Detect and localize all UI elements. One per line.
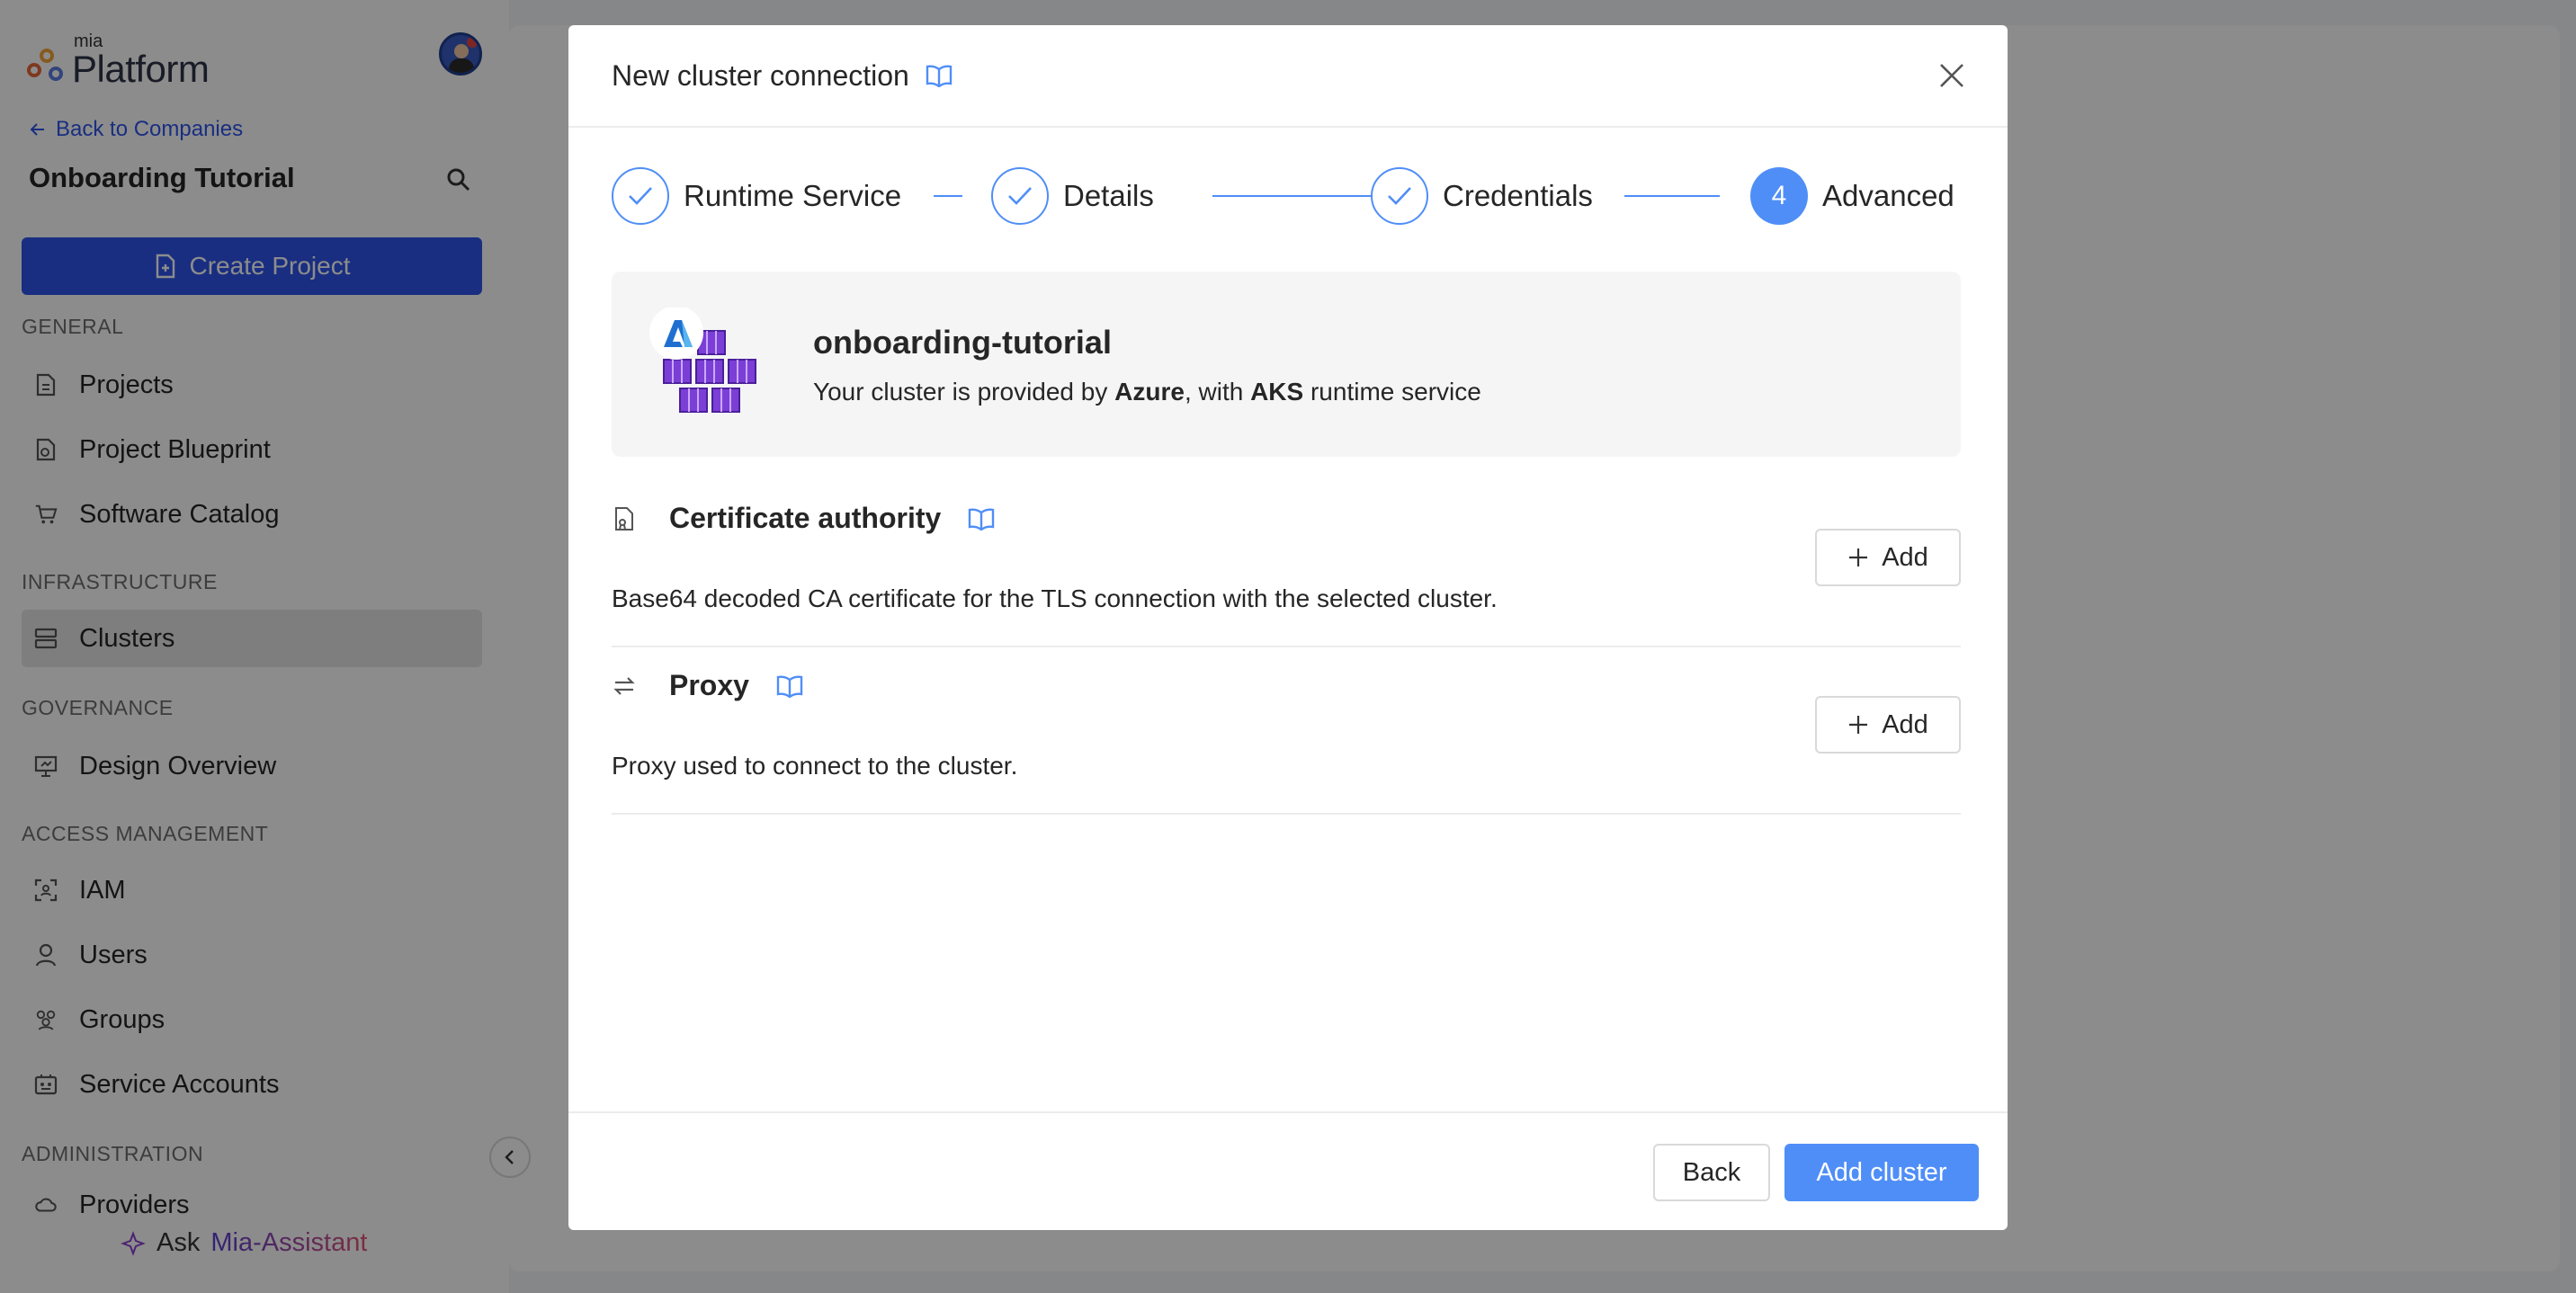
cluster-runtime: AKS [1250,378,1304,406]
add-button-label: Add [1882,709,1928,739]
cluster-summary-card: onboarding-tutorial Your cluster is prov… [612,272,1961,457]
modal-footer: Back Add cluster [568,1111,2008,1230]
cluster-name: onboarding-tutorial [813,324,1112,361]
cluster-provider: Azure [1114,378,1185,406]
step-connector [934,195,962,197]
check-icon [1371,167,1428,225]
add-proxy-button[interactable]: Add [1815,696,1961,754]
book-icon[interactable] [968,507,995,531]
close-icon[interactable] [1936,59,1968,92]
section-description: Proxy used to connect to the cluster. [612,752,1018,780]
step-advanced: 4 Advanced [1750,167,1954,225]
section-title: Certificate authority [669,502,942,534]
check-icon [991,167,1049,225]
step-credentials: Credentials [1371,167,1593,225]
certificate-authority-section: Certificate authority Base64 decoded CA … [612,502,1961,647]
step-runtime-service: Runtime Service [612,167,901,225]
step-connector [1624,195,1720,197]
add-cluster-button[interactable]: Add cluster [1784,1144,1979,1201]
modal-header: New cluster connection [568,25,2008,128]
step-details: Details [991,167,1154,225]
section-title: Proxy [669,669,749,701]
book-icon[interactable] [926,64,953,87]
back-button[interactable]: Back [1653,1144,1770,1201]
step-label: Details [1063,179,1154,212]
swap-icon [613,676,635,695]
cluster-description: Your cluster is provided by Azure, with … [813,378,1481,406]
step-label: Advanced [1822,179,1954,212]
step-label: Credentials [1443,179,1593,212]
section-description: Base64 decoded CA certificate for the TL… [612,584,1498,612]
book-icon[interactable] [776,674,803,698]
step-number: 4 [1750,167,1808,225]
aks-cluster-icon [649,308,756,413]
step-label: Runtime Service [684,179,902,212]
add-certificate-button[interactable]: Add [1815,529,1961,586]
modal-title: New cluster connection [612,58,909,92]
stepper: Runtime Service Details Credentials 4 Ad… [612,167,1961,228]
add-button-label: Add [1882,542,1928,572]
step-connector [1212,195,1371,197]
check-icon [612,167,669,225]
new-cluster-modal: New cluster connection Runtime Service D… [568,25,2008,1230]
plus-icon [1849,716,1868,734]
proxy-section: Proxy Proxy used to connect to the clust… [612,669,1961,815]
certificate-file-icon [615,506,633,531]
plus-icon [1849,548,1868,566]
